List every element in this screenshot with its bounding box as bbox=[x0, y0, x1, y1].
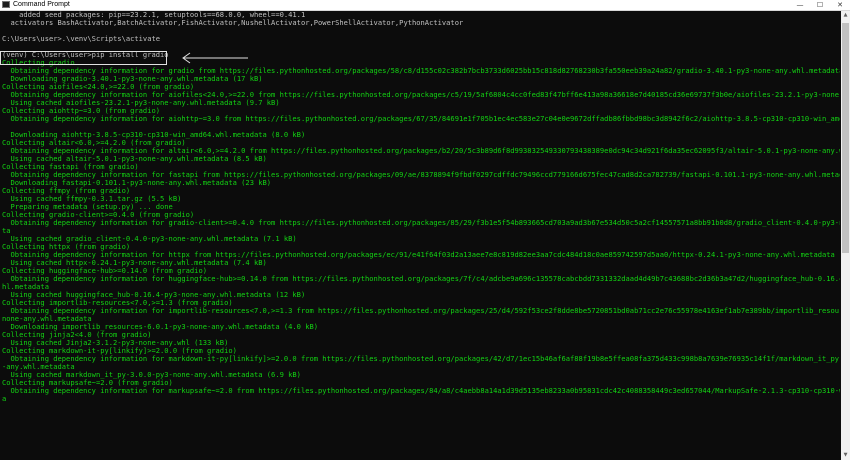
minimize-button[interactable]: — bbox=[790, 0, 810, 10]
close-button[interactable]: ✕ bbox=[830, 0, 850, 10]
command-highlight-box bbox=[0, 51, 167, 65]
console-output[interactable]: added seed packages: pip==23.2.1, setupt… bbox=[0, 11, 840, 460]
console-line: Obtaining dependency information for gra… bbox=[2, 218, 840, 227]
console-line: activators BashActivator,BatchActivator,… bbox=[2, 18, 464, 27]
console-line: C:\Users\user>.\venv\Scripts\activate bbox=[2, 34, 161, 43]
console-line: a bbox=[2, 394, 7, 403]
window-title: Command Prompt bbox=[13, 1, 70, 8]
title-bar: Command Prompt — ☐ ✕ bbox=[0, 0, 850, 11]
console-line: Obtaining dependency information for aio… bbox=[2, 114, 840, 123]
left-arrow-icon bbox=[182, 52, 248, 64]
console-line: Obtaining dependency information for imp… bbox=[2, 306, 840, 315]
scroll-up-arrow-icon[interactable]: ▲ bbox=[841, 11, 850, 20]
console-line: Obtaining dependency information for hug… bbox=[2, 274, 840, 283]
console-line: Obtaining dependency information for mar… bbox=[2, 354, 840, 363]
console-line: Obtaining dependency information for mar… bbox=[2, 386, 840, 395]
scroll-down-arrow-icon[interactable]: ▼ bbox=[841, 451, 850, 460]
scroll-thumb[interactable] bbox=[842, 23, 849, 253]
command-prompt-icon bbox=[2, 1, 10, 8]
maximize-button[interactable]: ☐ bbox=[810, 0, 830, 10]
vertical-scrollbar[interactable]: ▲ ▼ bbox=[841, 11, 850, 460]
